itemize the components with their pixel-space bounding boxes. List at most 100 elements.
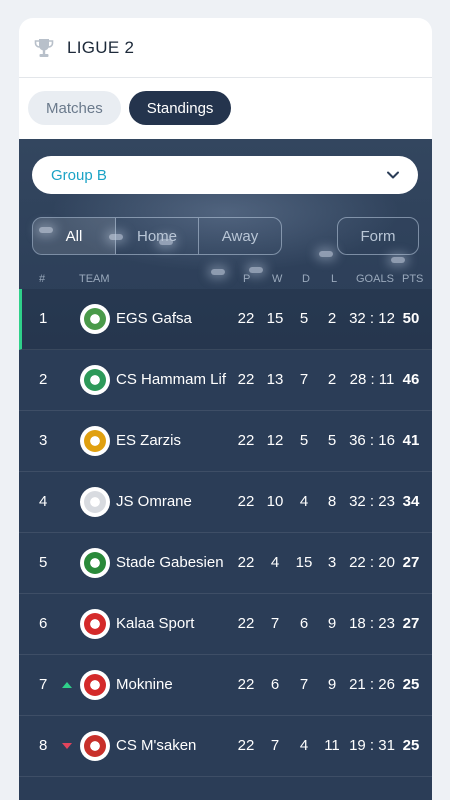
- team-name: CS Hammam Lif: [116, 371, 227, 388]
- wins-count: 6: [270, 676, 280, 693]
- team-logo-icon: [80, 548, 110, 578]
- trend-down-icon: [62, 743, 72, 749]
- losses-count: 2: [327, 310, 337, 327]
- draws-count: 7: [299, 676, 309, 693]
- col-pts: PTS: [402, 273, 424, 285]
- points-value: 41: [402, 432, 420, 449]
- wins-count: 4: [270, 554, 280, 571]
- table-row[interactable]: 6 Kalaa Sport 22 7 6 9 18 : 23 27: [19, 594, 432, 655]
- team-logo-icon: [80, 304, 110, 334]
- col-p: P: [243, 273, 251, 285]
- filter-all-button[interactable]: All: [33, 218, 116, 254]
- losses-count: 9: [327, 615, 337, 632]
- played-count: 22: [237, 737, 255, 754]
- league-title: LIGUE 2: [67, 37, 135, 57]
- losses-count: 2: [327, 371, 337, 388]
- table-row[interactable]: 7 Moknine 22 6 7 9 21 : 26 25: [19, 655, 432, 716]
- team-logo-icon: [80, 609, 110, 639]
- table-header: # TEAM P W D L GOALS PTS: [19, 269, 432, 289]
- col-goals: GOALS: [356, 273, 394, 285]
- standings-panel: Group B All Home Away Form # TEAM P W D …: [19, 139, 432, 800]
- position-number: 6: [39, 615, 48, 632]
- position-number: 5: [39, 554, 48, 571]
- wins-count: 7: [270, 615, 280, 632]
- draws-count: 4: [299, 737, 309, 754]
- played-count: 22: [237, 371, 255, 388]
- team-name: Stade Gabesien: [116, 554, 224, 571]
- trophy-icon: [31, 35, 57, 61]
- losses-count: 5: [327, 432, 337, 449]
- table-row[interactable]: 2 CS Hammam Lif 22 13 7 2 28 : 11 46: [19, 350, 432, 411]
- goals-ratio: 19 : 31: [349, 737, 395, 754]
- goals-ratio: 21 : 26: [349, 676, 395, 693]
- team-logo-icon: [80, 365, 110, 395]
- played-count: 22: [237, 310, 255, 327]
- wins-count: 12: [266, 432, 284, 449]
- points-value: 34: [402, 493, 420, 510]
- losses-count: 8: [327, 493, 337, 510]
- col-pos: #: [39, 273, 46, 285]
- played-count: 22: [237, 676, 255, 693]
- group-dropdown-value: Group B: [51, 166, 107, 184]
- played-count: 22: [237, 493, 255, 510]
- team-name: ES Zarzis: [116, 432, 182, 449]
- table-row[interactable]: 5 Stade Gabesien 22 4 15 3 22 : 20 27: [19, 533, 432, 594]
- draws-count: 5: [299, 310, 309, 327]
- col-d: D: [302, 273, 310, 285]
- wins-count: 10: [266, 493, 284, 510]
- position-number: 8: [39, 737, 48, 754]
- goals-ratio: 18 : 23: [349, 615, 395, 632]
- points-value: 25: [402, 737, 420, 754]
- played-count: 22: [237, 432, 255, 449]
- standings-card: LIGUE 2 Matches Standings Group B All Ho…: [19, 18, 432, 800]
- team-logo-icon: [80, 731, 110, 761]
- draws-count: 4: [299, 493, 309, 510]
- position-number: 4: [39, 493, 48, 510]
- losses-count: 9: [327, 676, 337, 693]
- position-number: 7: [39, 676, 48, 693]
- draws-count: 7: [299, 371, 309, 388]
- points-value: 50: [402, 310, 420, 327]
- table-row[interactable]: 1 EGS Gafsa 22 15 5 2 32 : 12 50: [19, 289, 432, 350]
- team-name: JS Omrane: [116, 493, 192, 510]
- played-count: 22: [237, 615, 255, 632]
- points-value: 27: [402, 554, 420, 571]
- points-value: 46: [402, 371, 420, 388]
- chevron-down-icon: [387, 171, 399, 179]
- goals-ratio: 32 : 12: [349, 310, 395, 327]
- position-number: 3: [39, 432, 48, 449]
- goals-ratio: 32 : 23: [349, 493, 395, 510]
- team-logo-icon: [80, 670, 110, 700]
- draws-count: 6: [299, 615, 309, 632]
- tab-matches[interactable]: Matches: [28, 91, 121, 125]
- league-header: LIGUE 2: [19, 18, 432, 78]
- team-logo-icon: [80, 426, 110, 456]
- losses-count: 3: [327, 554, 337, 571]
- points-value: 27: [402, 615, 420, 632]
- group-dropdown[interactable]: Group B: [32, 156, 418, 194]
- table-row[interactable]: 3 ES Zarzis 22 12 5 5 36 : 16 41: [19, 411, 432, 472]
- view-tabs: Matches Standings: [19, 78, 432, 138]
- col-team: TEAM: [79, 273, 110, 285]
- tab-standings[interactable]: Standings: [128, 91, 232, 125]
- wins-count: 13: [266, 371, 284, 388]
- position-number: 1: [39, 310, 48, 327]
- draws-count: 15: [295, 554, 313, 571]
- points-value: 25: [402, 676, 420, 693]
- team-name: EGS Gafsa: [116, 310, 192, 327]
- team-name: Moknine: [116, 676, 173, 693]
- team-logo-icon: [80, 487, 110, 517]
- trend-up-icon: [62, 682, 72, 688]
- goals-ratio: 22 : 20: [349, 554, 395, 571]
- table-row[interactable]: 8 CS M'saken 22 7 4 11 19 : 31 25: [19, 716, 432, 777]
- wins-count: 15: [266, 310, 284, 327]
- table-row[interactable]: 4 JS Omrane 22 10 4 8 32 : 23 34: [19, 472, 432, 533]
- wins-count: 7: [270, 737, 280, 754]
- filter-home-button[interactable]: Home: [116, 218, 199, 254]
- standings-table: 1 EGS Gafsa 22 15 5 2 32 : 12 50 2 CS Hammam Lif 2…: [19, 289, 432, 777]
- venue-filter: All Home Away: [32, 217, 282, 255]
- goals-ratio: 36 : 16: [349, 432, 395, 449]
- form-button[interactable]: Form: [337, 217, 419, 255]
- filter-away-button[interactable]: Away: [199, 218, 281, 254]
- played-count: 22: [237, 554, 255, 571]
